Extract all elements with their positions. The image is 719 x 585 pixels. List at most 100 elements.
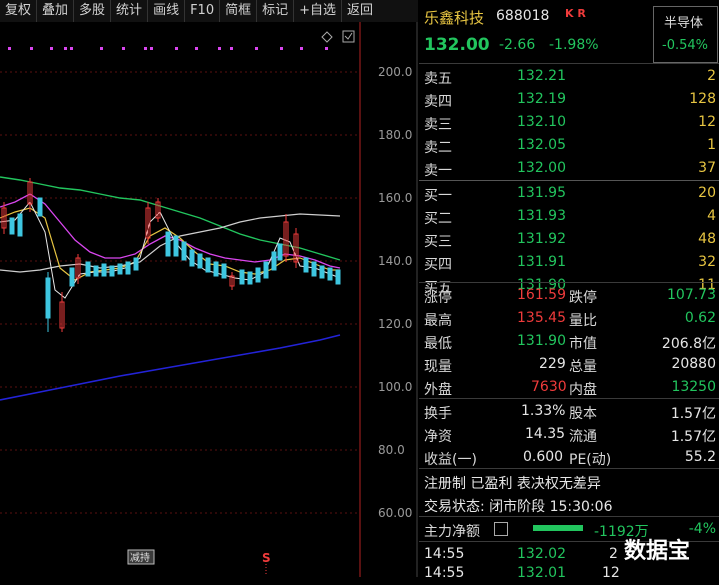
nav-label: 净资 (424, 429, 452, 445)
sell-price: 132.19 (517, 91, 566, 107)
pe-label: PE(动) (569, 452, 612, 468)
share-cap-value: 1.57亿 (670, 406, 716, 422)
buy-label: 买四 (424, 257, 452, 273)
high-label: 最高 (424, 313, 452, 329)
sell-price: 132.21 (517, 68, 566, 84)
total-vol-value: 20880 (671, 356, 716, 372)
sell-volume: 37 (698, 160, 716, 176)
toolbar-draw-line-button[interactable]: 画线 (148, 0, 186, 22)
sell-price: 132.00 (517, 160, 566, 176)
inner-label: 内盘 (569, 382, 597, 398)
limit-down-value: 107.73 (667, 287, 716, 303)
quote-panel: 乐鑫科技 688018 K R 132.00 -2.66 -1.98% 半导体 … (419, 0, 719, 581)
toolbar-overlay-button[interactable]: 叠加 (37, 0, 75, 22)
cur-vol-label: 现量 (424, 359, 452, 375)
sell-label: 卖一 (424, 163, 452, 179)
buy-price: 131.93 (517, 208, 566, 224)
turnover-value: 1.33% (521, 403, 566, 419)
buy-price: 131.95 (517, 185, 566, 201)
stats-row-eps: 收益(一) 0.600 PE(动) 55.2 (419, 446, 719, 469)
total-vol-label: 总量 (569, 359, 597, 375)
sell-row-4: 卖四 132.19 128 (419, 88, 719, 111)
axis-label-120: 120.0 (378, 317, 412, 331)
sell-row-5: 卖五 132.21 2 (419, 65, 719, 88)
low-value: 131.90 (517, 333, 566, 349)
sell-price: 132.05 (517, 137, 566, 153)
main-flow-pct: -4% (688, 521, 716, 537)
axis-label-140: 140.0 (378, 254, 412, 268)
price-change: -2.66 (499, 37, 536, 53)
tags-row: 注册制 已盈利 表决权无差异 (419, 470, 719, 493)
ma250-line (0, 334, 341, 401)
buy-row-3: 买三 131.92 48 (419, 228, 719, 251)
status-row: 交易状态: 闭市阶段 15:30:06 (419, 493, 719, 516)
buy-volume: 20 (698, 185, 716, 201)
sell-volume: 2 (707, 68, 716, 84)
eps-label: 收益(一) (424, 452, 477, 468)
toolbar-add-watchlist-button[interactable]: +自选 (294, 0, 343, 22)
toolbar-mark-button[interactable]: 标记 (257, 0, 295, 22)
turnover-label: 换手 (424, 406, 452, 422)
chart-toolbar: 复权 叠加 多股 统计 画线 F10 简框 标记 +自选 返回 (0, 0, 418, 22)
axis-label-100: 100.0 (378, 380, 412, 394)
stock-code: 688018 (496, 8, 550, 24)
stats-row-nav: 净资 14.35 流通 1.57亿 (419, 423, 719, 446)
sell-label: 卖三 (424, 117, 452, 133)
price-change-pct: -1.98% (549, 37, 599, 53)
toolbar-back-button[interactable]: 返回 (342, 0, 378, 22)
axis-label-60: 60.00 (378, 506, 412, 520)
buy-row-1: 买一 131.95 20 (419, 182, 719, 205)
outer-value: 7630 (531, 379, 567, 395)
sell-label: 卖二 (424, 140, 452, 156)
buy-volume: 32 (698, 254, 716, 270)
sell-row-2: 卖二 132.05 1 (419, 134, 719, 157)
toolbar-fuquan-button[interactable]: 复权 (0, 0, 38, 22)
industry-pct: -0.54% (662, 38, 708, 53)
share-cap-label: 股本 (569, 406, 597, 422)
tick-price: 132.01 (517, 565, 566, 581)
stats-row-volume: 现量 229 总量 20880 (419, 353, 719, 376)
main-flow-bar (533, 525, 583, 531)
stats-row-turnover: 换手 1.33% 股本 1.57亿 (419, 400, 719, 423)
float-label: 流通 (569, 429, 597, 445)
kline-chart[interactable]: 200.0 180.0 160.0 140.0 120.0 100.0 80.0… (0, 22, 418, 577)
nav-value: 14.35 (525, 426, 566, 442)
kr-badge: K R (565, 7, 586, 20)
axis-label-200: 200.0 (378, 65, 412, 79)
vol-ratio-value: 0.62 (684, 310, 716, 326)
buy-volume: 4 (707, 208, 716, 224)
pe-value: 55.2 (684, 449, 716, 465)
s-marker[interactable]: S (262, 551, 271, 565)
toggle-box-icon[interactable] (342, 30, 355, 43)
sell-row-1: 卖一 132.00 37 (419, 157, 719, 180)
trading-status: 交易状态: 闭市阶段 15:30:06 (424, 499, 613, 515)
toolbar-simple-frame-button[interactable]: 简框 (220, 0, 258, 22)
industry-box[interactable]: 半导体 -0.54% (653, 6, 718, 63)
diamond-icon[interactable] (321, 31, 333, 43)
buy-label: 买三 (424, 234, 452, 250)
buy-volume: 48 (698, 231, 716, 247)
axis-label-180: 180.0 (378, 128, 412, 142)
axis-label-160: 160.0 (378, 191, 412, 205)
toolbar-f10-button[interactable]: F10 (185, 0, 221, 22)
outer-label: 外盘 (424, 382, 452, 398)
limit-up-value: 161.59 (517, 287, 566, 303)
sell-row-3: 卖三 132.10 12 (419, 111, 719, 134)
tick-row: 14:55 132.01 12 (419, 562, 719, 585)
mkt-cap-value: 206.8亿 (661, 336, 716, 352)
buy-price: 131.92 (517, 231, 566, 247)
current-price: 132.00 (424, 35, 490, 55)
cur-vol-value: 229 (539, 356, 566, 372)
toolbar-stats-button[interactable]: 统计 (111, 0, 149, 22)
list-icon[interactable] (494, 522, 508, 536)
tick-volume: 12 (602, 565, 620, 581)
reduce-holdings-marker[interactable]: 减持 (130, 551, 150, 564)
buy-row-4: 买四 131.91 32 (419, 251, 719, 274)
vol-ratio-label: 量比 (569, 313, 597, 329)
stats-row-high: 最高 135.45 量比 0.62 (419, 307, 719, 330)
toolbar-multi-stock-button[interactable]: 多股 (74, 0, 112, 22)
low-label: 最低 (424, 336, 452, 352)
stats-row-outer-inner: 外盘 7630 内盘 13250 (419, 376, 719, 399)
main-flow-label: 主力净额 (424, 524, 480, 540)
stats-row-limits: 涨停 161.59 跌停 107.73 (419, 284, 719, 307)
